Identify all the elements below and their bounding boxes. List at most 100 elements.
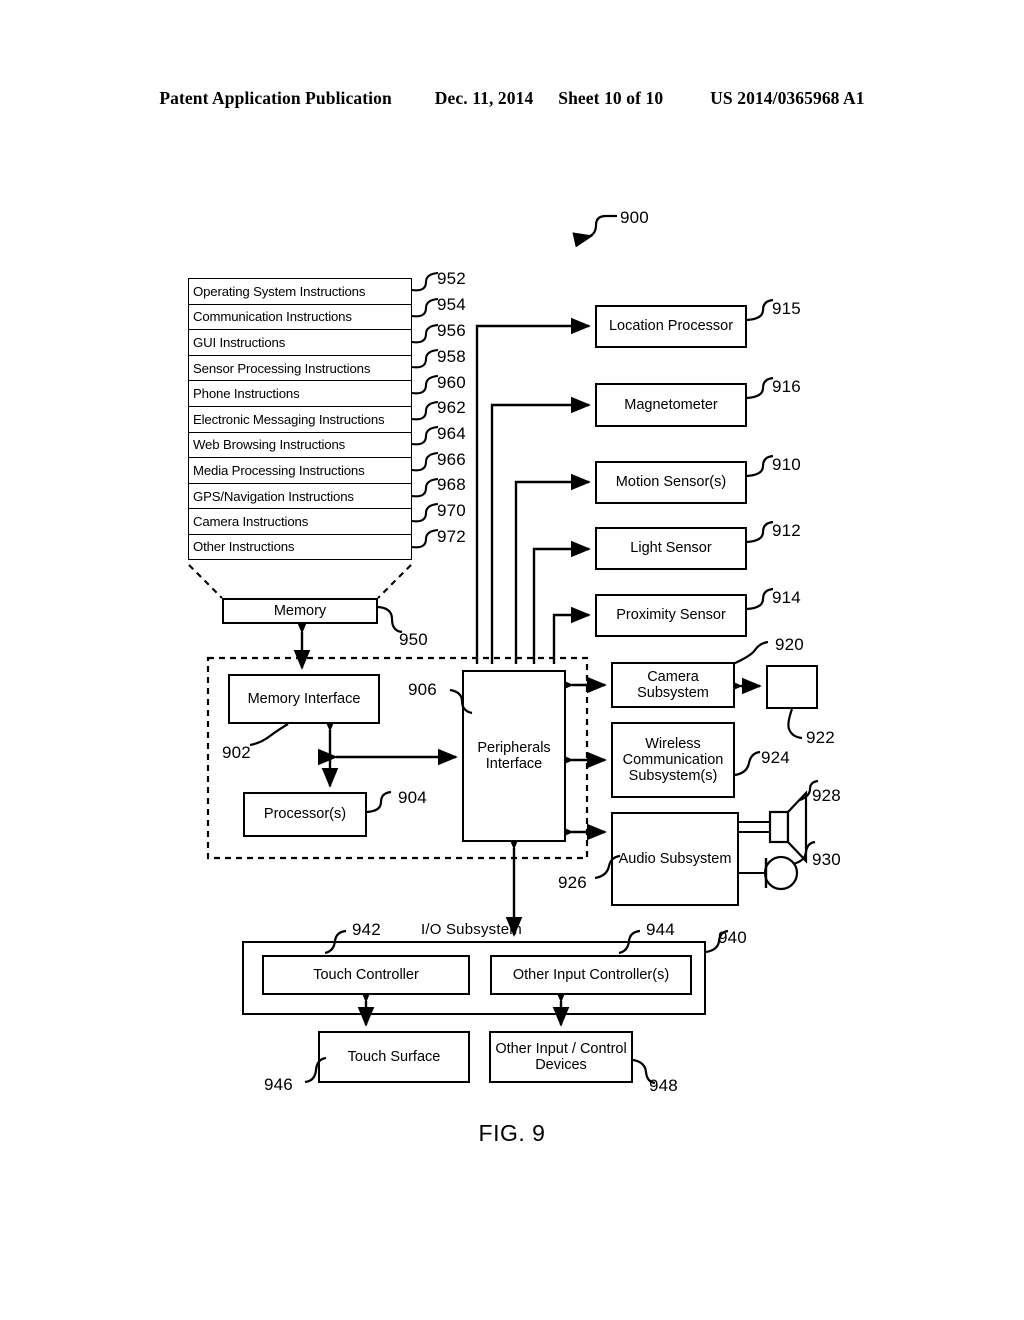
other-input-controller-box: Other Input Controller(s) (490, 955, 692, 995)
instruction-row: Media Processing Instructions (188, 457, 412, 483)
light-sensor-box: Light Sensor (595, 527, 747, 570)
page-header: Patent Application Publication Dec. 11, … (0, 88, 1024, 109)
instruction-label: Electronic Messaging Instructions (193, 411, 385, 427)
instruction-row: Sensor Processing Instructions (188, 354, 412, 381)
processors-label: Processor(s) (263, 806, 347, 823)
instruction-row: Communication Instructions (188, 303, 412, 330)
optical-sensor-box (766, 665, 818, 709)
instruction-label: Media Processing Instructions (193, 462, 365, 478)
header-sheet: Sheet 10 of 10 (558, 88, 664, 108)
memory-instructions-list: Operating System Instructions Communicat… (188, 278, 412, 560)
other-input-controller-label: Other Input Controller(s) (512, 966, 670, 983)
ref-930: 930 (812, 850, 841, 869)
ref-972: 972 (437, 527, 466, 546)
ref-964: 964 (437, 424, 466, 443)
audio-subsystem-label: Audio Subsystem (618, 850, 732, 867)
memory-interface-box: Memory Interface (228, 674, 380, 724)
instruction-row: Web Browsing Instructions (188, 431, 412, 458)
figure-caption: FIG. 9 (478, 1120, 546, 1146)
ref-922: 922 (806, 728, 835, 747)
instruction-label: Other Instructions (193, 539, 295, 555)
camera-subsystem-box: Camera Subsystem (611, 662, 735, 708)
touch-controller-label: Touch Controller (313, 966, 419, 983)
instruction-row: Operating System Instructions (188, 278, 412, 304)
instruction-label: Camera Instructions (193, 514, 309, 530)
instruction-label: Web Browsing Instructions (193, 437, 346, 453)
header-patent-number: US 2014/0365968 A1 (710, 88, 865, 108)
peripherals-interface-line2: Interface (485, 756, 543, 772)
location-processor-box: Location Processor (595, 305, 747, 348)
microphone-icon (763, 855, 799, 891)
instruction-label: GUI Instructions (193, 334, 286, 350)
ref-954: 954 (437, 295, 466, 314)
instruction-row: GPS/Navigation Instructions (188, 482, 412, 509)
motion-sensor-box: Motion Sensor(s) (595, 461, 747, 504)
ref-940: 940 (718, 928, 747, 947)
ref-914: 914 (772, 588, 801, 607)
ref-952: 952 (437, 269, 466, 288)
instruction-row: Electronic Messaging Instructions (188, 405, 412, 432)
ref-956: 956 (437, 321, 466, 340)
motion-sensor-label: Motion Sensor(s) (615, 474, 727, 491)
ref-926-bus: 926 (558, 873, 587, 892)
instruction-label: Communication Instructions (193, 309, 352, 325)
ref-948: 948 (649, 1076, 678, 1095)
speaker-cone-icon (786, 790, 808, 864)
touch-surface-box: Touch Surface (318, 1031, 470, 1083)
memory-box: Memory (222, 598, 378, 624)
proximity-sensor-label: Proximity Sensor (616, 607, 726, 624)
instruction-label: Sensor Processing Instructions (193, 360, 371, 376)
ref-942: 942 (352, 920, 381, 939)
instruction-row: GUI Instructions (188, 329, 412, 355)
ref-912: 912 (772, 521, 801, 540)
touch-controller-box: Touch Controller (262, 955, 470, 995)
audio-subsystem-box: Audio Subsystem (611, 812, 739, 906)
instruction-label: Operating System Instructions (193, 283, 366, 299)
memory-label: Memory (273, 602, 327, 619)
other-input-devices-line1: Other Input / Control (495, 1040, 627, 1057)
ref-966: 966 (437, 450, 466, 469)
instruction-row: Other Instructions (188, 533, 412, 560)
ref-902: 902 (222, 743, 251, 762)
other-input-devices-line2: Devices (535, 1057, 587, 1073)
touch-surface-label: Touch Surface (347, 1048, 441, 1065)
peripherals-interface-box: Peripherals Interface (462, 670, 566, 842)
proximity-sensor-box: Proximity Sensor (595, 594, 747, 637)
camera-subsystem-line1: Camera (647, 668, 699, 685)
wireless-line1: Wireless (645, 735, 701, 752)
memory-interface-label: Memory Interface (247, 690, 361, 707)
instruction-row: Phone Instructions (188, 380, 412, 406)
patent-figure-sheet: Patent Application Publication Dec. 11, … (0, 0, 1024, 1320)
instruction-label: Phone Instructions (193, 386, 300, 402)
ref-910: 910 (772, 455, 801, 474)
ref-958: 958 (437, 347, 466, 366)
wireless-line2: Communication (622, 751, 724, 768)
ref-928: 928 (812, 786, 841, 805)
ref-950: 950 (399, 630, 428, 649)
ref-962: 962 (437, 398, 466, 417)
io-subsystem-title: I/O Subsystem (421, 921, 522, 938)
processors-box: Processor(s) (243, 792, 367, 837)
ref-968: 968 (437, 475, 466, 494)
ref-916: 916 (772, 377, 801, 396)
ref-915: 915 (772, 299, 801, 318)
camera-subsystem-line2: Subsystem (637, 685, 709, 701)
ref-946: 946 (264, 1075, 293, 1094)
magnetometer-box: Magnetometer (595, 383, 747, 427)
ref-970: 970 (437, 501, 466, 520)
header-publication: Patent Application Publication (159, 88, 392, 108)
ref-904: 904 (398, 788, 427, 807)
speaker-driver-icon (768, 810, 790, 844)
wireless-communication-subsystem-box: Wireless Communication Subsystem(s) (611, 722, 735, 798)
ref-960: 960 (437, 373, 466, 392)
ref-900: 900 (620, 208, 649, 227)
magnetometer-label: Magnetometer (624, 396, 718, 413)
ref-924: 924 (761, 748, 790, 767)
location-processor-label: Location Processor (608, 318, 734, 335)
ref-906: 906 (408, 680, 437, 699)
instruction-label: GPS/Navigation Instructions (193, 488, 354, 504)
ref-944: 944 (646, 920, 675, 939)
header-date: Dec. 11, 2014 (434, 88, 534, 108)
wireless-line3: Subsystem(s) (628, 768, 718, 785)
light-sensor-label: Light Sensor (630, 540, 712, 557)
